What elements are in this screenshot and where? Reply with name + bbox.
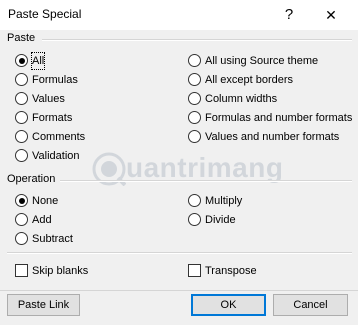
operation-option-label: None (32, 195, 59, 207)
radio-icon[interactable] (188, 111, 201, 124)
paste-special-dialog: Paste Special ? ✕ Paste All Formulas Val… (0, 0, 358, 325)
radio-icon[interactable] (188, 92, 201, 105)
paste-option-label: Formulas (32, 74, 78, 86)
operation-option-label: Multiply (205, 195, 243, 207)
close-button[interactable]: ✕ (320, 4, 342, 26)
radio-selected-icon[interactable] (15, 54, 28, 67)
ok-button[interactable]: OK (191, 294, 266, 316)
paste-option-label: Comments (32, 131, 86, 143)
checkbox-icon[interactable] (188, 264, 201, 277)
radio-selected-icon[interactable] (15, 194, 28, 207)
paste-option-label: Values and number formats (205, 131, 340, 143)
dialog-title: Paste Special (8, 7, 82, 21)
radio-icon[interactable] (15, 232, 28, 245)
radio-icon[interactable] (15, 213, 28, 226)
paste-option-label: Column widths (205, 93, 278, 105)
radio-icon[interactable] (15, 111, 28, 124)
paste-option-label: Formulas and number formats (205, 112, 353, 124)
button-bar-divider (0, 290, 358, 291)
operation-option-label: Add (32, 214, 52, 226)
title-bar: Paste Special ? ✕ (0, 0, 358, 30)
radio-icon[interactable] (188, 194, 201, 207)
operation-group-label: Operation (7, 173, 56, 185)
cancel-button[interactable]: Cancel (273, 294, 348, 316)
checkbox-section-divider (7, 252, 352, 254)
radio-icon[interactable] (15, 92, 28, 105)
paste-group-divider (42, 39, 352, 41)
radio-icon[interactable] (188, 213, 201, 226)
skip-blanks-label: Skip blanks (32, 265, 89, 277)
operation-option-label: Subtract (32, 233, 73, 245)
paste-option-label: All except borders (205, 74, 294, 86)
paste-option-label: Validation (32, 150, 80, 162)
paste-group-label: Paste (7, 32, 36, 44)
help-button[interactable]: ? (278, 4, 300, 26)
transpose-label: Transpose (205, 265, 257, 277)
watermark: uantrimang (92, 150, 302, 190)
radio-icon[interactable] (188, 130, 201, 143)
paste-option-label: All using Source theme (205, 55, 319, 67)
checkbox-icon[interactable] (15, 264, 28, 277)
radio-icon[interactable] (15, 73, 28, 86)
operation-group-divider (60, 180, 352, 182)
paste-option-label: Formats (32, 112, 73, 124)
radio-icon[interactable] (188, 54, 201, 67)
radio-icon[interactable] (15, 130, 28, 143)
radio-icon[interactable] (188, 73, 201, 86)
paste-link-button[interactable]: Paste Link (7, 294, 80, 316)
operation-option-label: Divide (205, 214, 236, 226)
radio-icon[interactable] (15, 149, 28, 162)
paste-option-label: Values (32, 93, 65, 105)
paste-option-label: All (30, 52, 46, 70)
